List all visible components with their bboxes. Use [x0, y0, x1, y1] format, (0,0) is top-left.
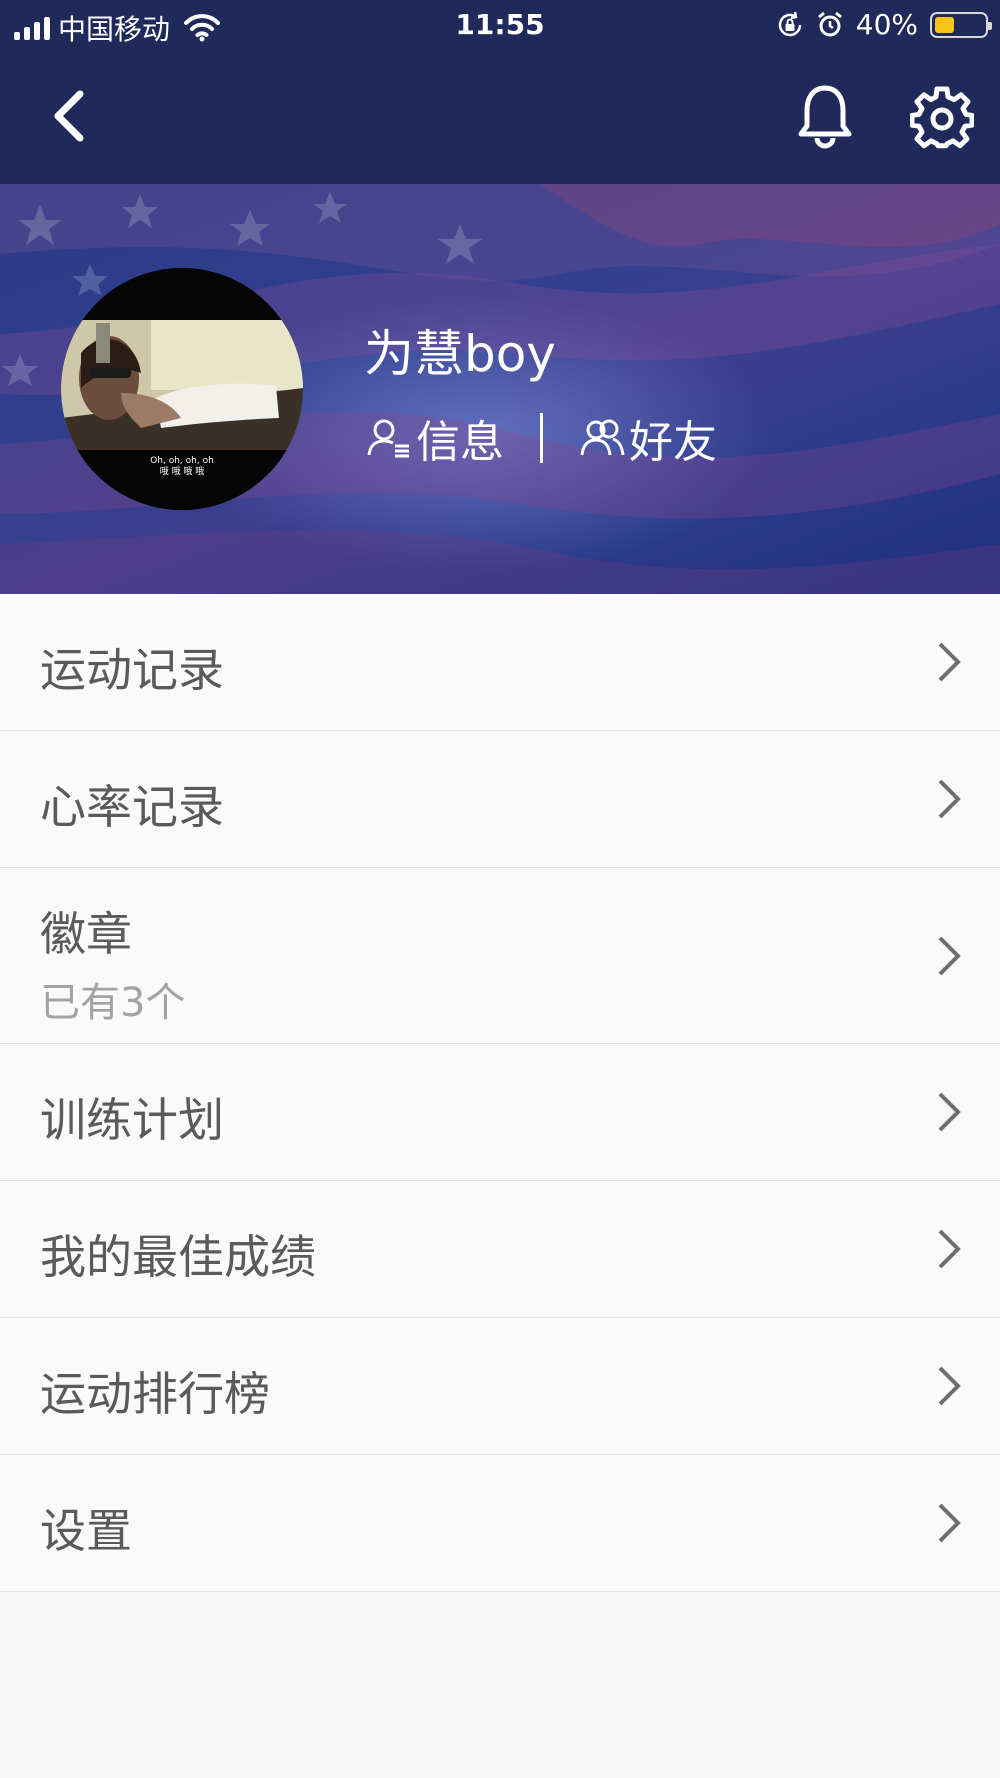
info-link[interactable]: 信息 [366, 406, 504, 470]
user-info-icon [367, 419, 409, 458]
chevron-left-icon[interactable] [44, 86, 94, 146]
avatar-caption-en: Oh, oh, oh, oh [150, 456, 214, 466]
chevron-right-icon [938, 1366, 961, 1406]
menu-item-training-plan[interactable]: 训练计划 [0, 1044, 1000, 1181]
menu-item-leaderboard[interactable]: 运动排行榜 [0, 1318, 1000, 1455]
chevron-right-icon [938, 779, 961, 819]
menu-item-label: 运动记录 [40, 643, 224, 697]
chevron-right-icon [938, 642, 961, 682]
menu-item-exercise-records[interactable]: 运动记录 [0, 594, 1000, 731]
badge-count: 已有3个 [40, 980, 186, 1026]
battery-percent: 40% [855, 8, 918, 41]
top-header: 中国移动 11:55 40% [0, 0, 1000, 184]
menu-item-settings[interactable]: 设置 [0, 1455, 1000, 1592]
bell-icon[interactable] [795, 82, 855, 152]
avatar-caption-zh: 哦 哦 哦 哦 [159, 467, 205, 477]
status-right: 40% [776, 8, 992, 41]
menu-item-badges[interactable]: 徽章 已有3个 [0, 868, 1000, 1044]
menu-item-label: 我的最佳成绩 [40, 1230, 316, 1284]
chevron-right-icon [938, 1503, 961, 1543]
menu-item-label: 徽章 [40, 907, 132, 961]
nav-bar [0, 60, 1000, 170]
menu-item-label: 运动排行榜 [40, 1367, 270, 1421]
friends-icon [580, 419, 625, 456]
profile-links: 信息 好友 [366, 406, 717, 470]
info-label: 信息 [416, 417, 504, 468]
gear-icon[interactable] [910, 86, 974, 150]
links-divider [540, 413, 543, 463]
menu-item-heart-rate-records[interactable]: 心率记录 [0, 731, 1000, 868]
battery-icon [930, 11, 992, 38]
alarm-icon [817, 11, 842, 36]
username: 为慧boy [364, 325, 556, 383]
menu-list: 运动记录 心率记录 徽章 已有3个 训练计划 我的最佳成绩 运动排行榜 设置 [0, 594, 1000, 1592]
orientation-lock-icon [778, 11, 802, 36]
profile-banner: Oh, oh, oh, oh 哦 哦 哦 哦 为慧boy 信息 好友 [0, 184, 1000, 594]
status-bar: 中国移动 11:55 40% [0, 0, 1000, 50]
avatar[interactable]: Oh, oh, oh, oh 哦 哦 哦 哦 [61, 268, 303, 510]
menu-item-label: 心率记录 [40, 780, 224, 834]
chevron-right-icon [938, 1092, 961, 1132]
friends-label: 好友 [629, 417, 717, 468]
menu-item-label: 设置 [40, 1504, 132, 1558]
friends-link[interactable]: 好友 [579, 406, 717, 470]
menu-item-personal-bests[interactable]: 我的最佳成绩 [0, 1181, 1000, 1318]
chevron-right-icon [938, 936, 961, 975]
menu-item-label: 训练计划 [40, 1093, 224, 1147]
chevron-right-icon [938, 1229, 961, 1269]
battery-fill [935, 16, 955, 33]
